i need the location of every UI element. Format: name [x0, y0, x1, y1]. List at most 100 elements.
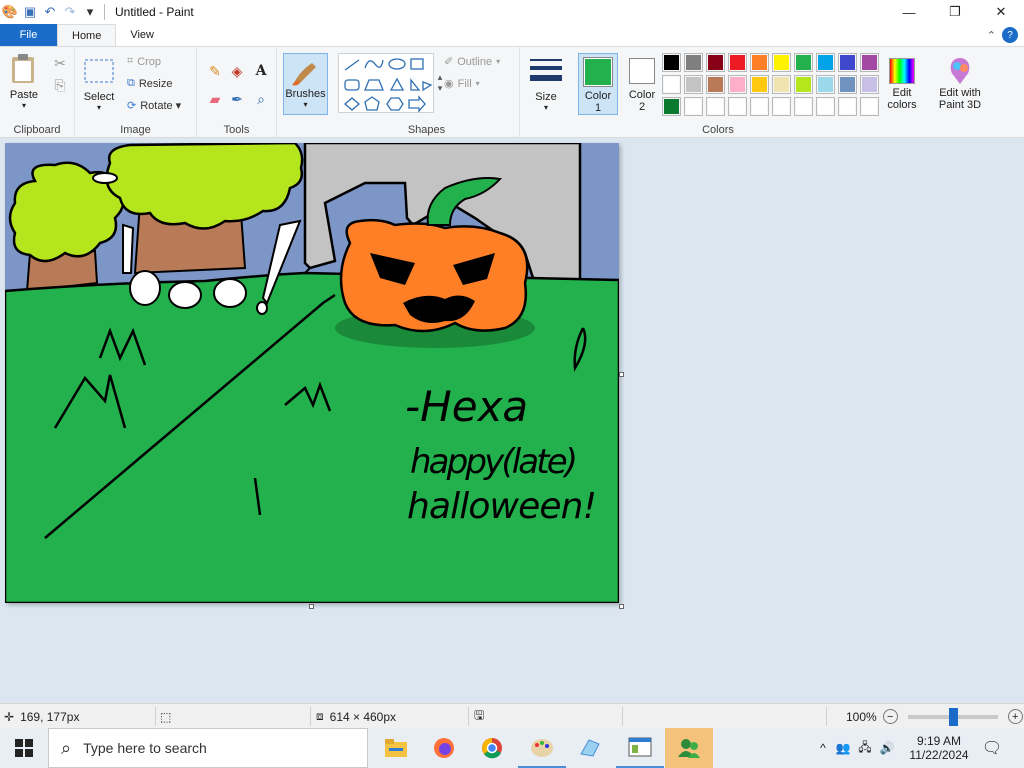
outline-button[interactable]: ✐ Outline ▾: [444, 55, 500, 69]
crop-icon: ⌗: [127, 55, 134, 67]
drawing-canvas[interactable]: -Hexa happy(late) halloween!: [3, 141, 621, 605]
redo-icon[interactable]: ↷: [60, 2, 80, 22]
palette-swatch[interactable]: [706, 97, 725, 116]
zoom-out-icon[interactable]: −: [882, 709, 898, 724]
colors-group-label: Colors: [702, 124, 734, 136]
paint-app-icon[interactable]: 🎨: [0, 2, 20, 22]
volume-icon[interactable]: 🔊: [876, 741, 898, 755]
eraser-icon[interactable]: ▰: [205, 89, 225, 109]
rotate-button[interactable]: ⟳ Rotate ▾: [127, 99, 181, 112]
show-hidden-icons-icon[interactable]: ^: [814, 741, 832, 755]
drawing-artwork: -Hexa happy(late) halloween!: [3, 141, 621, 605]
palette-swatch[interactable]: [816, 97, 835, 116]
palette-swatch[interactable]: [728, 53, 747, 72]
palette-swatch[interactable]: [750, 97, 769, 116]
palette-swatch[interactable]: [684, 97, 703, 116]
palette-swatch[interactable]: [794, 97, 813, 116]
start-button[interactable]: [0, 728, 48, 768]
edit-colors-button[interactable]: Edit colors: [880, 55, 924, 111]
resize-button[interactable]: ⧉ Resize: [127, 77, 172, 90]
zoom-controls: 100% − +: [846, 704, 1023, 729]
notifications-icon[interactable]: 🗨: [980, 728, 1004, 768]
minimize-button[interactable]: —: [886, 0, 932, 24]
palette-swatch[interactable]: [662, 75, 681, 94]
status-bar: ✛ 169, 177px ⬚ ⧈ 614 × 460px 🖫 100% − +: [0, 703, 1024, 728]
cursor-position: ✛ 169, 177px: [4, 709, 80, 724]
colors-group: Color 1 Color 2 Edit colors Colors: [572, 47, 924, 138]
tab-file[interactable]: File: [0, 24, 57, 46]
collapse-ribbon-icon[interactable]: ⌃: [987, 29, 996, 42]
palette-swatch[interactable]: [772, 97, 791, 116]
firefox-icon[interactable]: [420, 728, 468, 768]
edit-with-paint3d-button[interactable]: Edit with Paint 3D: [934, 55, 986, 111]
color-picker-icon[interactable]: ✒: [227, 89, 247, 109]
palette-swatch[interactable]: [838, 53, 857, 72]
palette-swatch[interactable]: [794, 75, 813, 94]
palette-swatch[interactable]: [816, 53, 835, 72]
clipboard-group: Paste ▾ ✂ ⎘ Clipboard: [0, 47, 75, 138]
cut-icon[interactable]: ✂: [50, 53, 70, 73]
crop-button[interactable]: ⌗ Crop: [127, 55, 161, 68]
selection-size: ⬚: [160, 704, 171, 729]
palette-swatch[interactable]: [838, 75, 857, 94]
tab-home[interactable]: Home: [57, 24, 117, 46]
palette-swatch[interactable]: [772, 53, 791, 72]
pencil-icon[interactable]: ✎: [205, 61, 225, 81]
zoom-slider[interactable]: [907, 707, 998, 726]
zoom-in-icon[interactable]: +: [1007, 709, 1023, 724]
brushes-button[interactable]: Brushes ▾: [283, 53, 328, 115]
palette-swatch[interactable]: [860, 75, 879, 94]
palette-swatch[interactable]: [860, 53, 879, 72]
text-tool-icon[interactable]: A: [251, 61, 271, 81]
resize-handle-right[interactable]: [619, 372, 624, 377]
palette-swatch[interactable]: [684, 75, 703, 94]
network-icon[interactable]: 🖧: [854, 738, 876, 759]
help-icon[interactable]: ?: [1002, 27, 1018, 43]
clock[interactable]: 9:19 AM 11/22/2024: [906, 728, 972, 768]
window-title: Untitled - Paint: [115, 5, 194, 19]
color2-button[interactable]: Color 2: [622, 53, 662, 115]
save-icon[interactable]: ▣: [20, 2, 40, 22]
maximize-button[interactable]: ❐: [932, 0, 978, 24]
palette-swatch[interactable]: [662, 53, 681, 72]
contacts-taskbar-icon[interactable]: [665, 728, 713, 768]
people-tray-icon[interactable]: 👥: [832, 741, 854, 755]
select-rectangle-icon: [83, 55, 115, 87]
palette-swatch[interactable]: [772, 75, 791, 94]
resize-handle-corner[interactable]: [619, 604, 624, 609]
palette-swatch[interactable]: [794, 53, 813, 72]
undo-icon[interactable]: ↶: [40, 2, 60, 22]
palette-swatch[interactable]: [750, 75, 769, 94]
magnifier-icon[interactable]: ⌕: [251, 89, 271, 109]
palette-swatch[interactable]: [706, 53, 725, 72]
zoom-slider-thumb[interactable]: [948, 707, 958, 726]
palette-swatch[interactable]: [838, 97, 857, 116]
paint-taskbar-icon[interactable]: [518, 728, 566, 768]
paste-button[interactable]: Paste ▾: [8, 53, 40, 110]
palette-swatch[interactable]: [816, 75, 835, 94]
app-window-taskbar-icon[interactable]: [616, 728, 664, 768]
palette-swatch[interactable]: [684, 53, 703, 72]
clipboard-group-label: Clipboard: [13, 124, 61, 136]
shapes-gallery[interactable]: [338, 53, 434, 113]
size-button[interactable]: Size ▾: [526, 55, 566, 112]
tab-view[interactable]: View: [116, 24, 168, 46]
palette-swatch[interactable]: [860, 97, 879, 116]
palette-swatch[interactable]: [728, 75, 747, 94]
fill-bucket-icon[interactable]: ◈: [227, 61, 247, 81]
color1-button[interactable]: Color 1: [578, 53, 618, 115]
paint3d-taskbar-icon[interactable]: [566, 728, 614, 768]
taskbar-search[interactable]: ⌕ Type here to search: [48, 728, 368, 768]
palette-swatch[interactable]: [706, 75, 725, 94]
palette-swatch[interactable]: [728, 97, 747, 116]
resize-handle-bottom[interactable]: [309, 604, 314, 609]
select-button[interactable]: Select ▾: [83, 55, 115, 112]
close-button[interactable]: ✕: [978, 0, 1024, 24]
palette-swatch[interactable]: [662, 97, 681, 116]
file-explorer-icon[interactable]: [372, 728, 420, 768]
chrome-icon[interactable]: [468, 728, 516, 768]
fill-button[interactable]: ◉ Fill ▾: [444, 77, 480, 91]
customize-quick-access-icon[interactable]: ▾: [80, 2, 100, 22]
copy-icon[interactable]: ⎘: [50, 75, 70, 95]
palette-swatch[interactable]: [750, 53, 769, 72]
